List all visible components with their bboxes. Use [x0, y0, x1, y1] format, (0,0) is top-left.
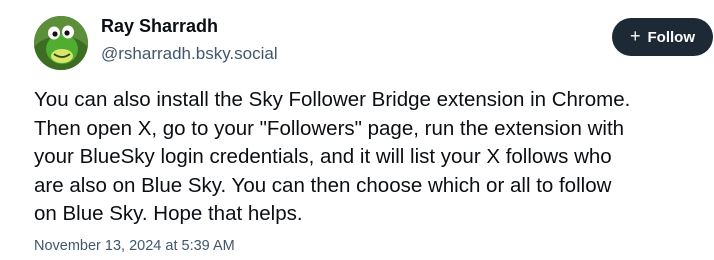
post-card: Ray Sharradh @rsharradh.bsky.social + Fo…	[0, 0, 714, 260]
follow-button[interactable]: + Follow	[612, 18, 713, 56]
post-text: You can also install the Sky Follower Br…	[34, 88, 631, 225]
author-handle[interactable]: @rsharradh.bsky.social	[101, 44, 278, 64]
follow-button-label: Follow	[647, 28, 696, 46]
author-display-name[interactable]: Ray Sharradh	[101, 16, 218, 37]
avatar[interactable]	[34, 16, 88, 70]
green-dinosaur-avatar-icon	[34, 16, 88, 70]
post-timestamp[interactable]: November 13, 2024 at 5:39 AM	[34, 238, 235, 254]
plus-icon: +	[629, 26, 641, 46]
